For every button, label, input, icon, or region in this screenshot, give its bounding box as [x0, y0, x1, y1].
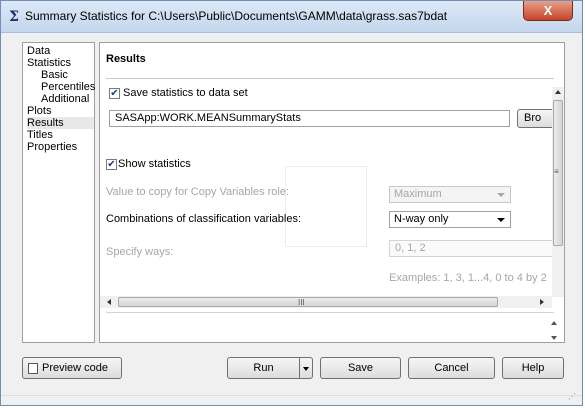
scroll-left-icon[interactable] [107, 299, 111, 305]
nav-item-additional[interactable]: Additional [41, 93, 94, 105]
blank-area [285, 166, 367, 247]
nav-item-statistics[interactable]: Statistics [27, 57, 94, 69]
results-panel: Results ✔ Save statistics to data set SA… [99, 42, 565, 343]
nav-item-titles[interactable]: Titles [27, 129, 94, 141]
chevron-down-icon [497, 218, 505, 222]
title-bar[interactable]: Σ Summary Statistics for C:\Users\Public… [1, 1, 582, 33]
scroll-right-icon[interactable] [540, 299, 544, 305]
copy-role-select[interactable]: Maximum [389, 186, 511, 203]
save-stats-label: Save statistics to data set [123, 87, 248, 99]
nav-item-basic[interactable]: Basic [41, 69, 94, 81]
combinations-select[interactable]: N-way only [389, 211, 511, 228]
save-stats-checkbox[interactable]: ✔ [109, 88, 120, 99]
show-stats-checkbox[interactable]: ✔ [106, 159, 117, 170]
nav-panel: Data Statistics Basic Percentiles Additi… [22, 42, 95, 343]
specify-ways-field[interactable]: 0, 1, 2 [389, 240, 554, 257]
cancel-button[interactable]: Cancel [408, 357, 495, 379]
preview-code-button[interactable]: Preview code [22, 357, 122, 379]
nav-item-results[interactable]: Results [27, 117, 94, 129]
specify-ways-label: Specify ways: [106, 246, 174, 258]
preview-code-icon [28, 363, 38, 374]
show-stats-label: Show statistics [118, 158, 191, 170]
copy-role-value: Maximum [394, 188, 442, 200]
run-button[interactable]: Run [227, 357, 300, 379]
nav-item-percentiles[interactable]: Percentiles [41, 81, 95, 93]
horizontal-scroll-thumb[interactable] [118, 297, 498, 307]
scroll-up-icon[interactable] [555, 90, 561, 94]
copy-role-label: Value to copy for Copy Variables role: [106, 186, 290, 198]
lower-scroll-up-icon[interactable] [551, 321, 557, 325]
close-button[interactable]: X [523, 1, 573, 21]
nav-item-data[interactable]: Data [27, 45, 94, 57]
chevron-down-icon [303, 367, 309, 371]
save-button[interactable]: Save [320, 357, 401, 379]
run-dropdown-button[interactable] [299, 357, 313, 379]
chevron-down-icon [497, 193, 505, 197]
examples-text: Examples: 1, 3, 1...4, 0 to 4 by 2 [389, 272, 547, 284]
panel-heading: Results [106, 53, 146, 65]
status-bar [1, 395, 582, 405]
lower-scroll-down-icon[interactable] [551, 336, 557, 340]
hscroll-grip-icon: III [298, 298, 305, 307]
nav-item-properties[interactable]: Properties [27, 141, 94, 153]
combinations-value: N-way only [394, 213, 449, 225]
window-title: Summary Statistics for C:\Users\Public\D… [25, 9, 448, 23]
nav-item-plots[interactable]: Plots [27, 105, 94, 117]
heading-divider [106, 78, 554, 79]
help-button[interactable]: Help [502, 357, 564, 379]
combinations-label: Combinations of classification variables… [106, 213, 302, 225]
lower-divider [106, 312, 554, 313]
preview-code-label: Preview code [42, 362, 109, 374]
dataset-name-field[interactable]: SASApp:WORK.MEANSummaryStats [109, 110, 510, 127]
dialog-window: Σ Summary Statistics for C:\Users\Public… [0, 0, 583, 406]
sigma-icon: Σ [9, 9, 19, 25]
resize-grip-icon[interactable]: ⋰ [568, 393, 576, 401]
scroll-grip-icon: ≡ [554, 167, 559, 176]
